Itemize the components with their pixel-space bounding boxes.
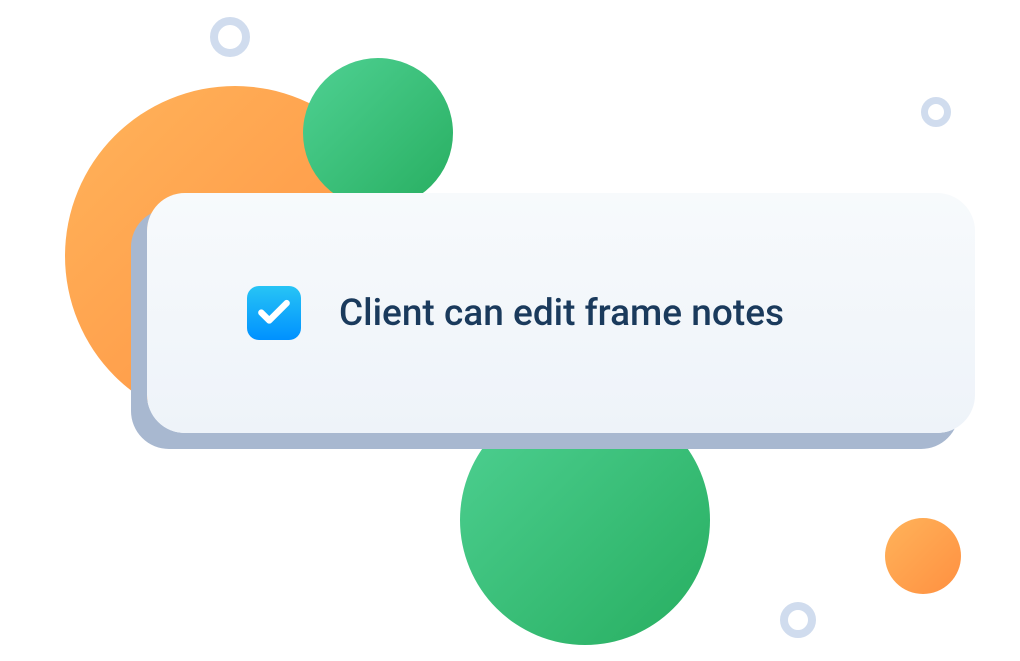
decoration-ring-top-right xyxy=(921,97,951,127)
decoration-ring-top-left xyxy=(210,17,250,57)
decoration-circle-orange-small xyxy=(885,518,961,594)
checkbox-edit-frame-notes[interactable] xyxy=(247,286,301,340)
option-card: Client can edit frame notes xyxy=(147,193,975,433)
checkbox-label: Client can edit frame notes xyxy=(339,292,784,335)
decoration-circle-green-top xyxy=(303,58,453,208)
decoration-ring-bottom xyxy=(780,602,816,638)
checkmark-icon xyxy=(255,292,293,334)
